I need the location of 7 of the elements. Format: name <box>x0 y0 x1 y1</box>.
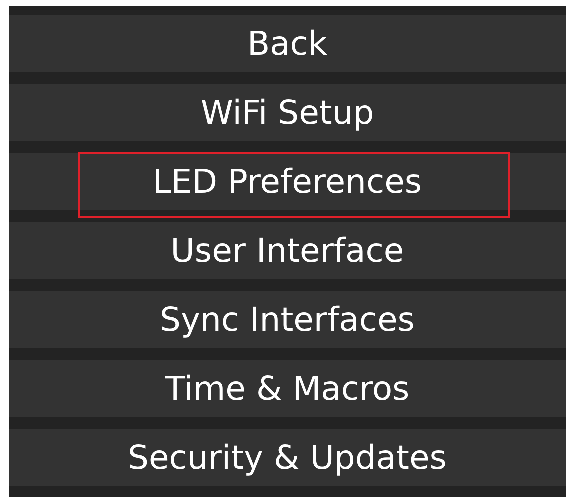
menu-item[interactable]: User Interface <box>9 222 566 279</box>
menu-item[interactable]: LED Preferences <box>9 153 566 210</box>
menu-item[interactable]: WiFi Setup <box>9 84 566 141</box>
menu-item[interactable]: Back <box>9 15 566 72</box>
menu-item[interactable]: Security & Updates <box>9 429 566 486</box>
menu-item[interactable]: Sync Interfaces <box>9 291 566 348</box>
menu-item[interactable]: Time & Macros <box>9 360 566 417</box>
